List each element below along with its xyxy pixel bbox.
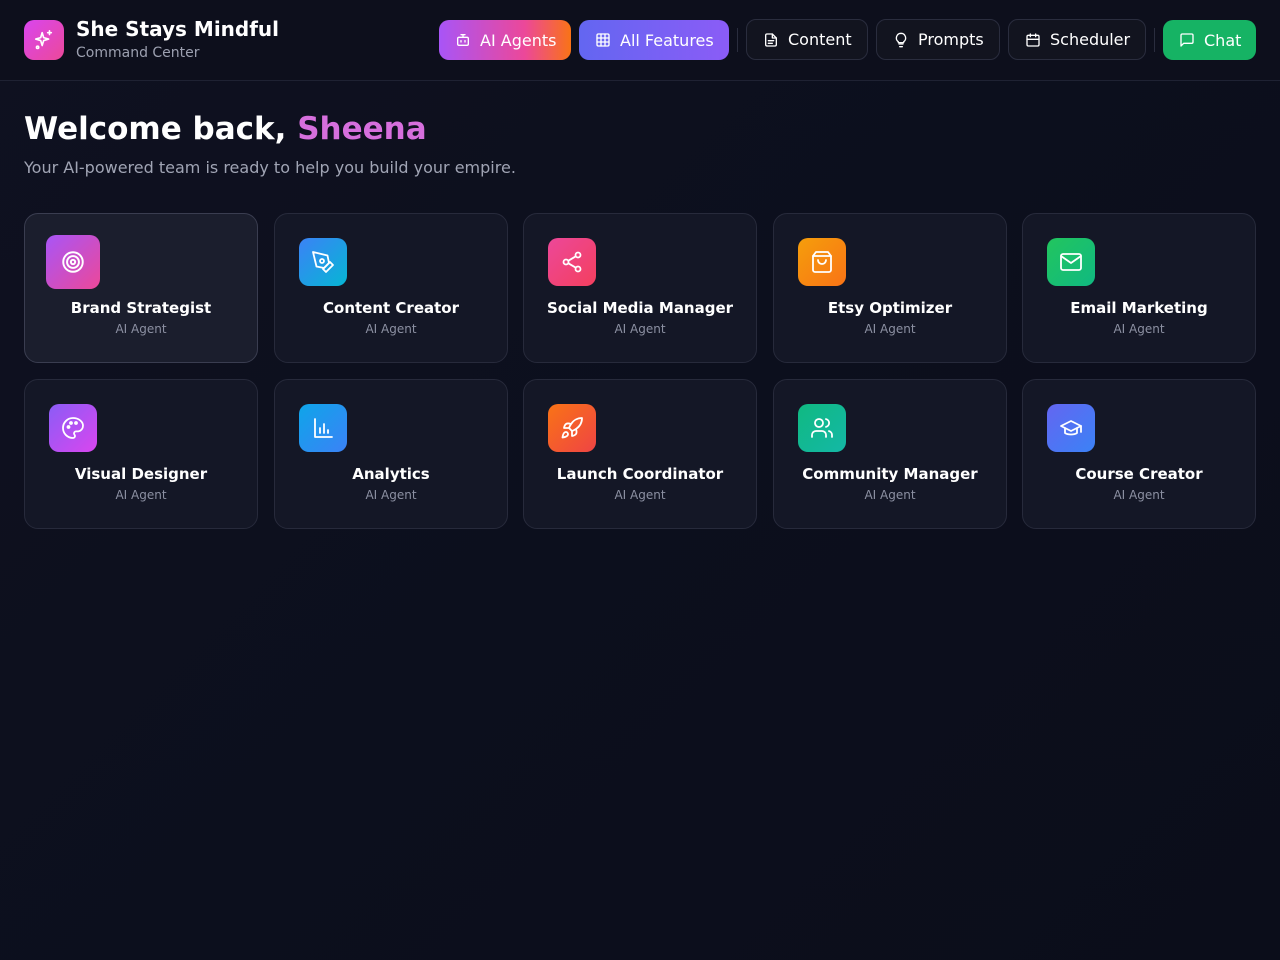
agent-subtitle: AI Agent — [365, 488, 417, 502]
agent-title: Brand Strategist — [70, 299, 212, 317]
nav-divider — [737, 28, 738, 52]
target-icon — [46, 235, 100, 289]
agent-subtitle: AI Agent — [614, 488, 666, 502]
scheduler-label: Scheduler — [1050, 30, 1131, 49]
agent-card-analytics[interactable]: Analytics AI Agent — [274, 379, 508, 529]
share-icon — [548, 238, 596, 286]
agent-subtitle: AI Agent — [365, 322, 417, 336]
agent-card-email-marketing[interactable]: Email Marketing AI Agent — [1022, 213, 1256, 363]
rocket-icon — [548, 404, 596, 452]
welcome-greeting: Welcome back, — [24, 111, 298, 147]
content-button[interactable]: Content — [746, 19, 868, 60]
agent-card-etsy-optimizer[interactable]: Etsy Optimizer AI Agent — [773, 213, 1007, 363]
agent-title: Email Marketing — [1070, 299, 1208, 317]
shopping-bag-icon — [798, 238, 846, 286]
agent-subtitle: AI Agent — [864, 322, 916, 336]
chat-button[interactable]: Chat — [1163, 20, 1256, 60]
ai-agents-button[interactable]: AI Agents — [439, 20, 571, 60]
agent-title: Analytics — [352, 465, 430, 483]
prompts-label: Prompts — [918, 30, 984, 49]
agent-card-course-creator[interactable]: Course Creator AI Agent — [1022, 379, 1256, 529]
agent-card-community-manager[interactable]: Community Manager AI Agent — [773, 379, 1007, 529]
lightbulb-icon — [895, 32, 907, 47]
agent-title: Launch Coordinator — [556, 465, 724, 483]
agent-title: Content Creator — [323, 299, 459, 317]
agent-subtitle: AI Agent — [614, 322, 666, 336]
agent-subtitle: AI Agent — [1113, 322, 1165, 336]
palette-icon — [49, 404, 97, 452]
agent-card-visual-designer[interactable]: Visual Designer AI Agent — [24, 379, 258, 529]
user-name: Sheena — [297, 111, 427, 147]
pen-tool-icon — [299, 238, 347, 286]
all-features-label: All Features — [620, 30, 714, 50]
users-icon — [798, 404, 846, 452]
agent-subtitle: AI Agent — [1113, 488, 1165, 502]
calendar-icon — [1026, 32, 1040, 47]
content-label: Content — [788, 30, 852, 49]
bot-icon — [457, 34, 469, 46]
sparkles-icon[interactable] — [24, 20, 64, 60]
all-features-button[interactable]: All Features — [579, 20, 729, 60]
scheduler-button[interactable]: Scheduler — [1008, 19, 1146, 60]
agent-subtitle: AI Agent — [864, 488, 916, 502]
agent-card-content-creator[interactable]: Content Creator AI Agent — [274, 213, 508, 363]
grid-icon — [596, 33, 610, 47]
agent-title: Community Manager — [802, 465, 978, 483]
nav-divider — [1154, 28, 1155, 52]
agent-title: Course Creator — [1075, 465, 1203, 483]
top-navigation-bar: She Stays Mindful Command Center AI Agen… — [0, 0, 1280, 81]
file-text-icon — [765, 32, 777, 47]
app-title: She Stays Mindful — [76, 17, 280, 41]
agent-subtitle: AI Agent — [115, 488, 167, 502]
prompts-button[interactable]: Prompts — [876, 19, 1000, 60]
message-square-icon — [1180, 33, 1194, 47]
agent-subtitle: AI Agent — [115, 322, 167, 336]
agent-title: Etsy Optimizer — [827, 299, 953, 317]
ai-agents-label: AI Agents — [480, 30, 557, 50]
chat-label: Chat — [1204, 30, 1242, 50]
mail-icon — [1047, 238, 1095, 286]
agent-card-brand-strategist[interactable]: Brand Strategist AI Agent — [24, 213, 258, 363]
agent-title: Visual Designer — [74, 465, 208, 483]
agent-card-launch-coordinator[interactable]: Launch Coordinator AI Agent — [523, 379, 757, 529]
welcome-subtitle: Your AI-powered team is ready to help yo… — [24, 158, 516, 177]
welcome-heading: Welcome back, Sheena — [24, 111, 427, 147]
bar-chart-icon — [299, 404, 347, 452]
agent-title: Social Media Manager — [546, 299, 734, 317]
graduation-cap-icon — [1047, 404, 1095, 452]
app-subtitle: Command Center — [76, 45, 200, 61]
agent-card-social-media-manager[interactable]: Social Media Manager AI Agent — [523, 213, 757, 363]
